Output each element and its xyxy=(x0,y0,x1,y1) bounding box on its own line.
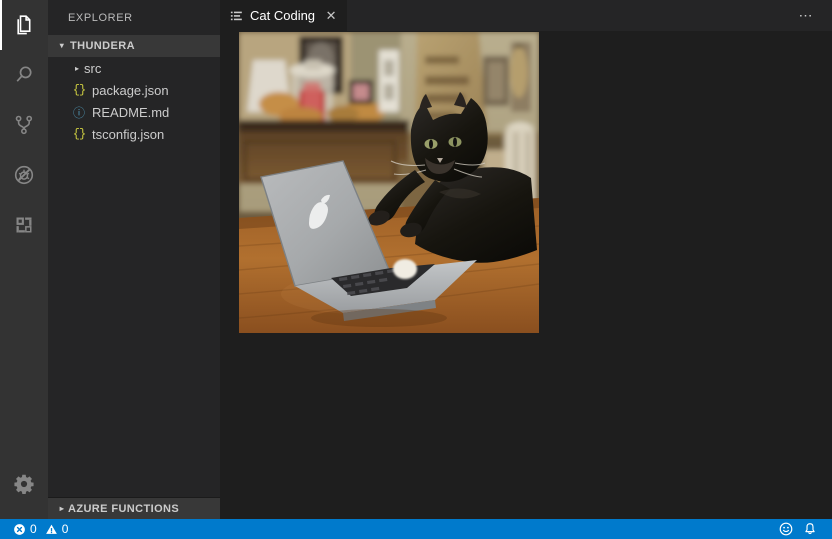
search-icon xyxy=(12,63,36,87)
webview-panel xyxy=(220,31,832,519)
preview-lines-icon xyxy=(230,9,244,23)
json-icon: {} xyxy=(72,83,86,97)
gear-icon xyxy=(12,472,36,496)
json-icon: {} xyxy=(72,127,86,141)
tree-item-tsconfig-json[interactable]: {} tsconfig.json xyxy=(48,123,220,145)
activity-item-manage[interactable] xyxy=(0,459,48,509)
activity-item-extensions[interactable] xyxy=(0,200,48,250)
sidebar: EXPLORER ▾ THUNDERA ▸ src {} package.jso… xyxy=(48,0,220,519)
azure-functions-section-header[interactable]: ▸ AZURE FUNCTIONS xyxy=(48,497,220,519)
activity-item-run-debug[interactable] xyxy=(0,150,48,200)
sidebar-title: EXPLORER xyxy=(68,11,133,24)
activity-item-source-control[interactable] xyxy=(0,100,48,150)
sidebar-bottom: ▸ AZURE FUNCTIONS xyxy=(48,497,220,519)
status-feedback[interactable] xyxy=(774,519,798,539)
activity-bar-bottom-group xyxy=(0,459,48,519)
tab-label: Cat Coding xyxy=(250,8,316,23)
close-icon[interactable]: ✕ xyxy=(323,8,339,24)
workbench-main-row: EXPLORER ▾ THUNDERA ▸ src {} package.jso… xyxy=(0,0,832,519)
files-icon xyxy=(12,13,36,37)
error-count: 0 xyxy=(30,522,37,536)
activity-item-search[interactable] xyxy=(0,50,48,100)
tree-item-label: tsconfig.json xyxy=(92,126,165,142)
explorer-tree-section: ▾ THUNDERA ▸ src {} package.json ⓘ READM… xyxy=(48,35,220,497)
editor-tabs-bar: Cat Coding ✕ ⋯ xyxy=(220,0,832,31)
tab-cat-coding[interactable]: Cat Coding ✕ xyxy=(220,0,349,31)
tabs-empty-space xyxy=(348,0,792,31)
activity-bar xyxy=(0,0,48,519)
folder-section-label: THUNDERA xyxy=(70,40,135,52)
error-circle-icon xyxy=(13,523,26,536)
smiley-icon xyxy=(779,522,793,536)
chevron-down-icon: ▾ xyxy=(59,41,65,50)
status-bar-right xyxy=(774,519,832,539)
editor-tab-actions: ⋯ xyxy=(792,0,832,31)
vscode-window: EXPLORER ▾ THUNDERA ▸ src {} package.jso… xyxy=(0,0,832,539)
status-bar-left: 0 0 xyxy=(0,519,73,539)
info-circle-icon: ⓘ xyxy=(72,105,85,120)
tree-item-readme-md[interactable]: ⓘ README.md xyxy=(48,101,220,123)
activity-bar-top-group xyxy=(0,0,48,250)
warning-triangle-icon xyxy=(45,523,58,536)
extensions-icon xyxy=(12,213,36,237)
tree-item-src[interactable]: ▸ src xyxy=(48,57,220,79)
tree-item-package-json[interactable]: {} package.json xyxy=(48,79,220,101)
tree-item-label: src xyxy=(84,60,102,76)
cat-coding-illustration xyxy=(239,32,539,333)
git-branch-icon xyxy=(12,113,36,137)
debug-alt-icon xyxy=(12,163,36,187)
bell-icon xyxy=(803,522,817,536)
chevron-right-icon: ▸ xyxy=(74,63,79,73)
activity-item-explorer[interactable] xyxy=(0,0,48,50)
tree-item-label: README.md xyxy=(92,104,170,120)
status-bar: 0 0 xyxy=(0,519,832,539)
status-problems[interactable]: 0 0 xyxy=(8,519,73,539)
warning-count: 0 xyxy=(61,522,69,536)
tree-item-label: package.json xyxy=(92,82,169,98)
azure-functions-label: AZURE FUNCTIONS xyxy=(68,502,180,515)
cat-coding-image xyxy=(239,32,539,333)
editor-area: Cat Coding ✕ ⋯ xyxy=(220,0,832,519)
more-actions-icon[interactable]: ⋯ xyxy=(792,2,820,30)
chevron-right-icon: ▸ xyxy=(59,504,65,513)
folder-section-header[interactable]: ▾ THUNDERA xyxy=(48,35,220,57)
status-notifications[interactable] xyxy=(798,519,822,539)
